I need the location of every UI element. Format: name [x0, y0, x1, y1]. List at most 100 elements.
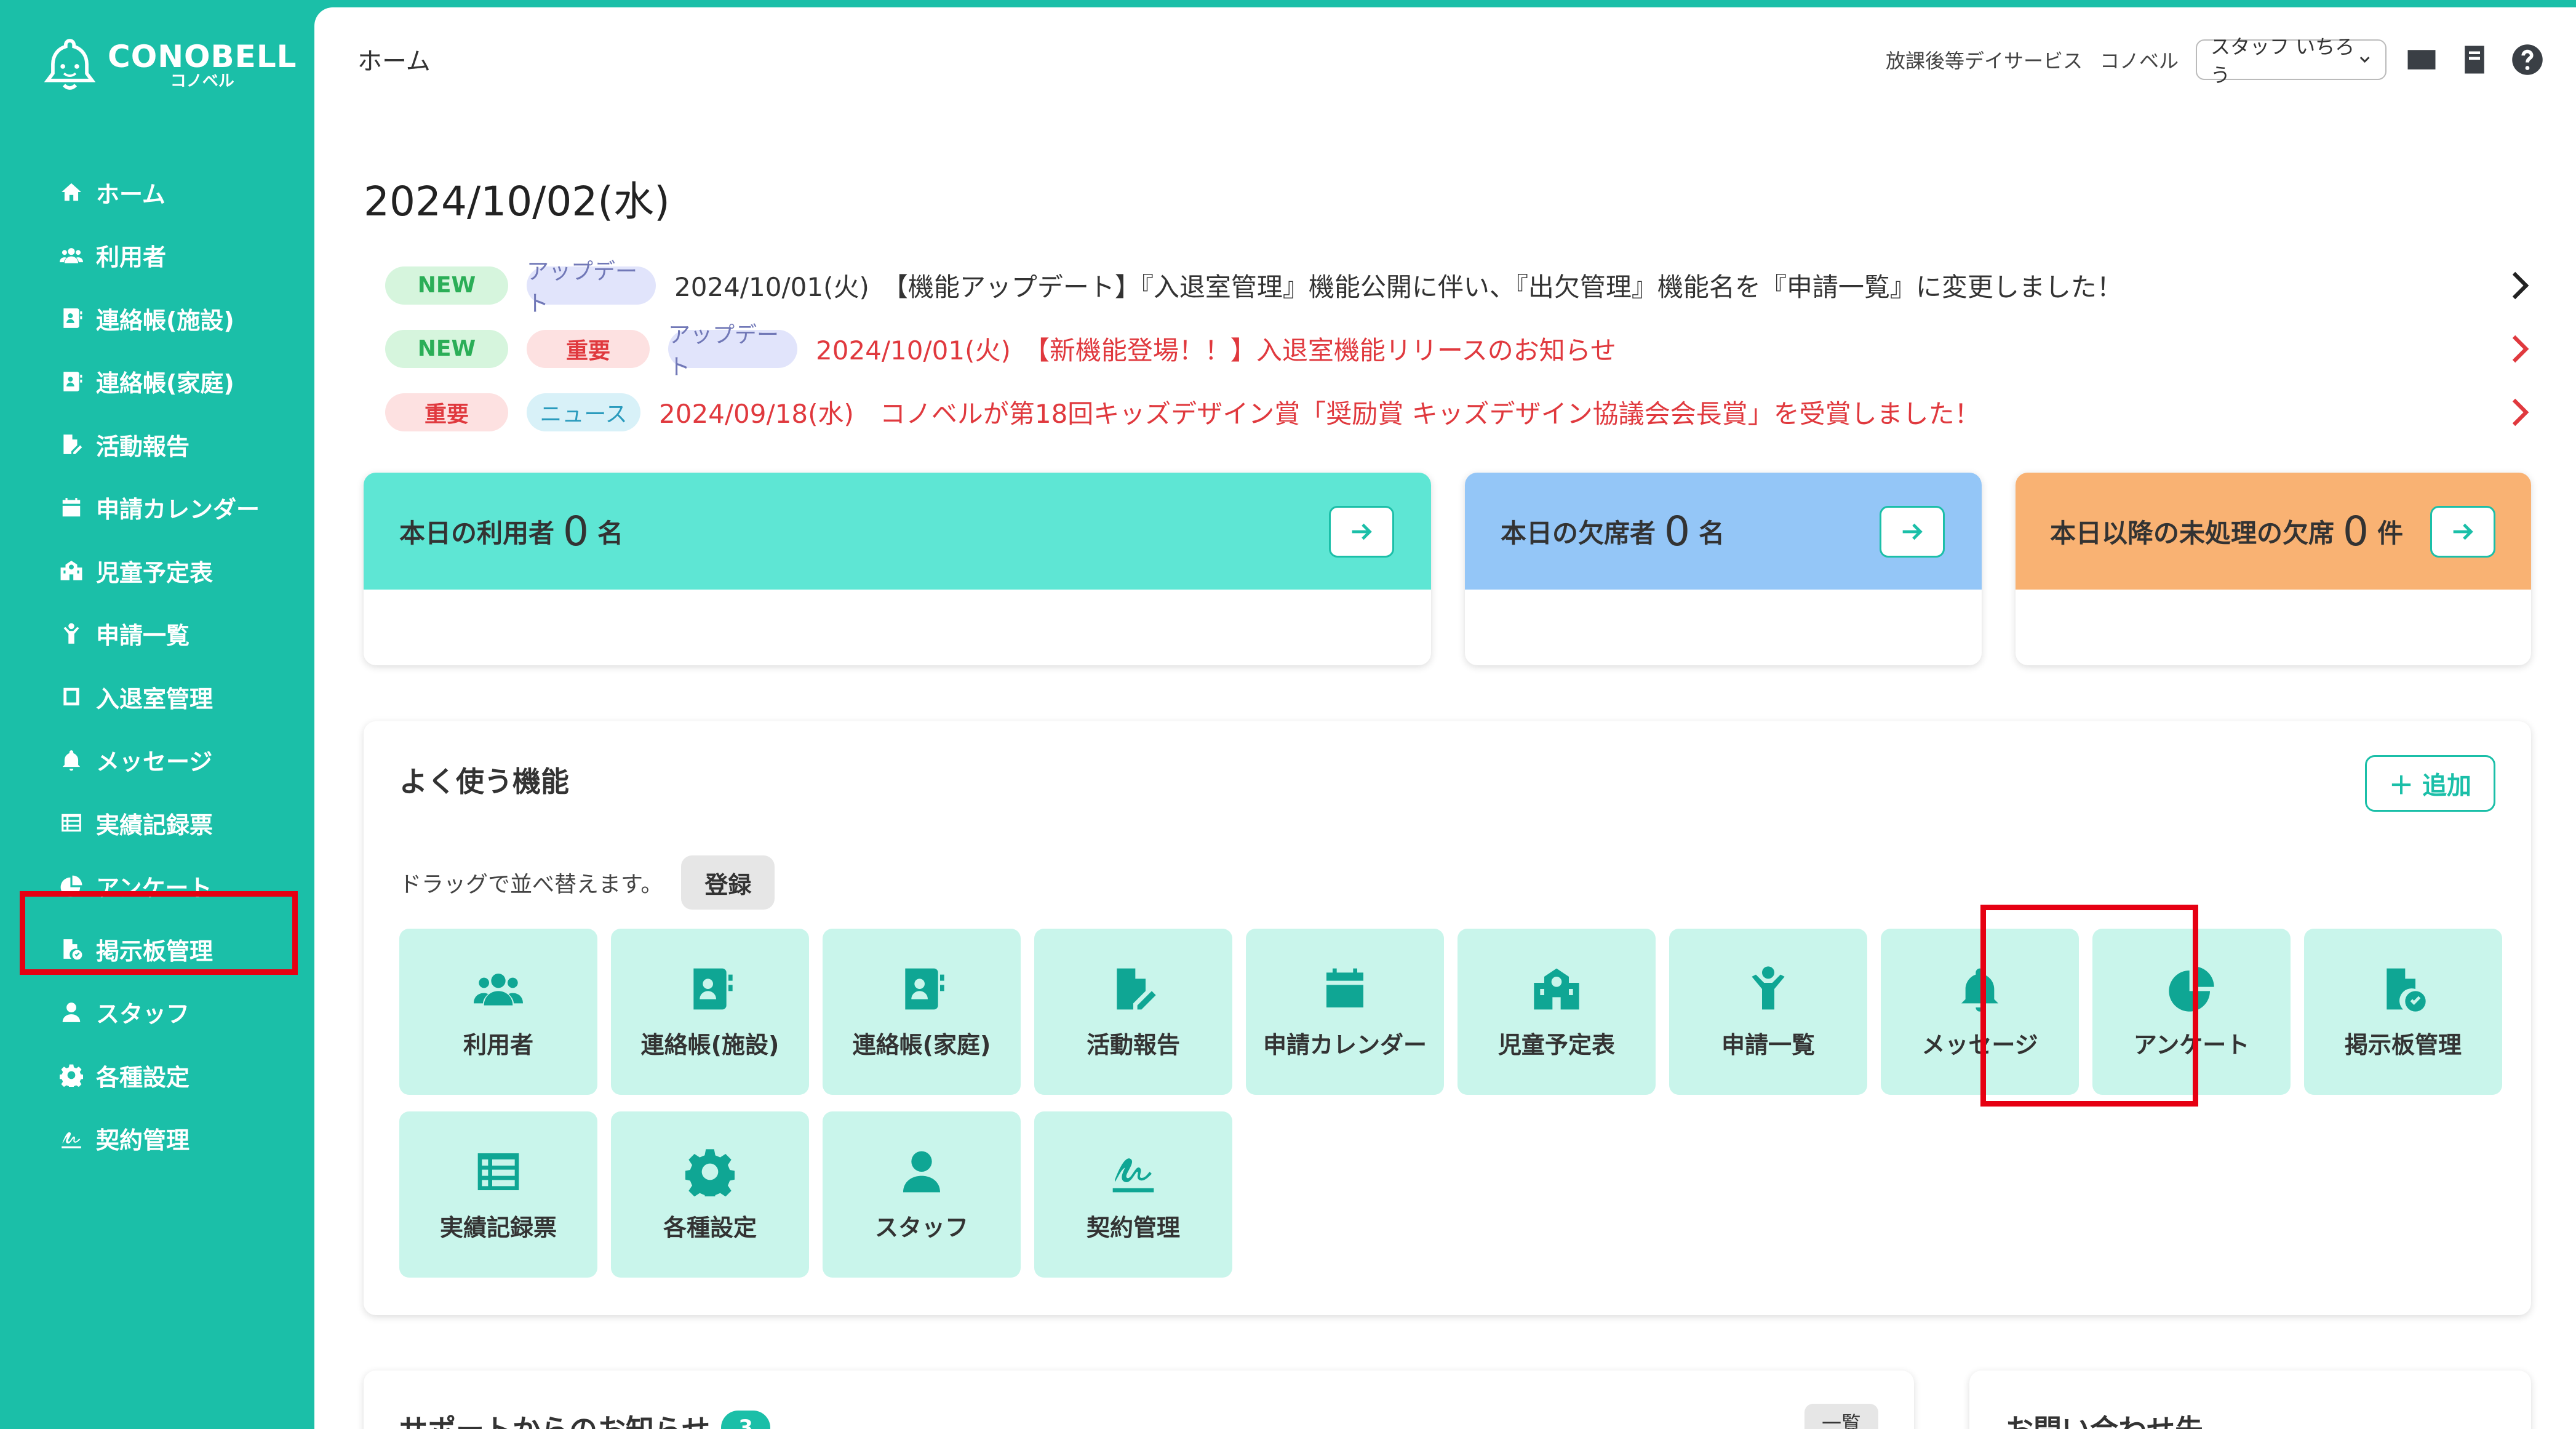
- arrow-right-button[interactable]: [1329, 506, 1394, 558]
- tile-request-list[interactable]: 申請一覧: [1669, 929, 1867, 1095]
- sidebar-item-home[interactable]: ホーム: [4, 161, 314, 224]
- sidebar-item-label: 実績記録票: [96, 811, 213, 839]
- sidebar-item-label: 連絡帳(施設): [96, 306, 234, 334]
- tile-label: 実績記録票: [439, 1214, 557, 1241]
- tile-staff[interactable]: スタッフ: [823, 1111, 1021, 1278]
- school-icon: [1534, 968, 1579, 1009]
- sidebar-item-users[interactable]: 利用者: [4, 224, 314, 287]
- users-icon: [58, 242, 85, 269]
- gear-icon: [685, 1148, 735, 1196]
- tile-contact-home[interactable]: 連絡帳(家庭): [823, 929, 1021, 1095]
- tile-label: 連絡帳(家庭): [852, 1031, 991, 1059]
- square-icon: [58, 683, 85, 710]
- page-date: 2024/10/02(水): [364, 178, 670, 225]
- file-check-icon: [2387, 968, 2426, 1012]
- tile-settings[interactable]: 各種設定: [611, 1111, 809, 1278]
- arrow-right-button[interactable]: [2430, 506, 2495, 558]
- tile-label: 利用者: [463, 1031, 533, 1059]
- tile-label: 契約管理: [1086, 1214, 1180, 1241]
- news-item[interactable]: NEW 重要 アップデート 2024/10/01(火) 【新機能登場！！】入退室…: [385, 317, 2538, 380]
- tile-label: 連絡帳(施設): [640, 1031, 780, 1059]
- arrow-right-icon: [2453, 523, 2473, 540]
- brand-sub: コノベル: [170, 72, 234, 90]
- tile-label: 掲示板管理: [2344, 1031, 2462, 1059]
- signature-icon: [58, 1125, 85, 1152]
- contact-book-icon: [905, 968, 944, 1009]
- sidebar-item-label: 連絡帳(家庭): [96, 370, 234, 398]
- stat-card-header: 本日以降の未処理の欠席 0 件: [2016, 473, 2531, 590]
- stat-card-users-today: 本日の利用者 0 名: [364, 473, 1431, 665]
- arrow-right-icon: [1352, 523, 1372, 540]
- sidebar-item-request-calendar[interactable]: 申請カレンダー: [4, 476, 314, 540]
- add-button[interactable]: ＋ 追加: [2365, 755, 2495, 812]
- sidebar-item-staff[interactable]: スタッフ: [4, 981, 314, 1044]
- sidebar-item-contact-home[interactable]: 連絡帳(家庭): [4, 350, 314, 414]
- list-icon: [58, 809, 85, 836]
- stat-card-header: 本日の利用者 0 名: [364, 473, 1431, 590]
- tile-contact-facility[interactable]: 連絡帳(施設): [611, 929, 809, 1095]
- sidebar-item-label: 利用者: [96, 244, 167, 271]
- sidebar-item-message[interactable]: メッセージ: [4, 729, 314, 792]
- sidebar-item-entry-exit[interactable]: 入退室管理: [4, 665, 314, 729]
- tile-record-sheet[interactable]: 実績記録票: [399, 1111, 597, 1278]
- contact-book-icon: [58, 305, 85, 332]
- news-text: 2024/10/01(火) 【機能アップデート】『入退室管理』機能公開に伴い、『…: [674, 272, 2123, 302]
- tile-request-calendar[interactable]: 申請カレンダー: [1246, 929, 1444, 1095]
- sidebar-item-label: 契約管理: [96, 1127, 190, 1155]
- breadcrumb: ホーム: [357, 47, 431, 76]
- arrow-right-button[interactable]: [1880, 506, 1945, 558]
- news-list: NEW アップデート 2024/10/01(火) 【機能アップデート】『入退室管…: [385, 254, 2538, 444]
- news-item[interactable]: 重要 ニュース 2024/09/18(水) コノベルが第18回キッズデザイン賞「…: [385, 380, 2538, 444]
- sidebar-item-contact-facility[interactable]: 連絡帳(施設): [4, 287, 314, 350]
- sidebar-item-settings[interactable]: 各種設定: [4, 1044, 314, 1107]
- home-icon: [58, 178, 85, 206]
- highlight-box-sidebar: [20, 891, 298, 975]
- chevron-right-icon[interactable]: [2502, 330, 2538, 367]
- help-icon[interactable]: [2510, 42, 2545, 78]
- list-button[interactable]: 一覧: [1804, 1404, 1878, 1429]
- bell-icon: [58, 747, 85, 774]
- top-bar: ホーム 放課後等デイサービス コノベル スタッフ いちろう: [314, 7, 2576, 112]
- file-edit-icon: [58, 431, 85, 458]
- stat-unit: 名: [597, 518, 624, 548]
- sidebar-item-contract[interactable]: 契約管理: [4, 1107, 314, 1171]
- chevron-right-icon[interactable]: [2502, 394, 2538, 431]
- register-button[interactable]: 登録: [681, 855, 775, 910]
- chevron-right-icon[interactable]: [2502, 267, 2538, 304]
- highlight-box-tile: [1980, 905, 2198, 1107]
- badge-new: NEW: [385, 329, 508, 368]
- sidebar-item-label: 各種設定: [96, 1063, 190, 1091]
- section-title: お問い合わせ先: [2005, 1407, 2203, 1429]
- sidebar-item-child-schedule[interactable]: 児童予定表: [4, 539, 314, 602]
- tile-label: 児童予定表: [1497, 1031, 1615, 1059]
- signature-icon: [1112, 1158, 1154, 1192]
- sidebar-item-request-list[interactable]: 申請一覧: [4, 602, 314, 666]
- tile-activity-report[interactable]: 活動報告: [1034, 929, 1232, 1095]
- main-content: ホーム 放課後等デイサービス コノベル スタッフ いちろう 2024/10/02…: [314, 7, 2576, 1429]
- favorite-functions-card: よく使う機能 ＋ 追加 ドラッグで並べ替えます。 登録 利用者 連絡帳(施設) …: [364, 721, 2531, 1315]
- staff-select[interactable]: スタッフ いちろう: [2196, 35, 2387, 87]
- news-item[interactable]: NEW アップデート 2024/10/01(火) 【機能アップデート】『入退室管…: [385, 254, 2538, 317]
- sidebar-item-label: スタッフ: [96, 1001, 190, 1028]
- manual-book-icon[interactable]: [2457, 42, 2492, 78]
- badge-update: アップデート: [668, 322, 797, 380]
- list-icon: [477, 1153, 519, 1190]
- staff-icon: [903, 1151, 940, 1192]
- stat-value: 0: [563, 507, 589, 555]
- brand-name: CONOBELL: [108, 39, 297, 74]
- tile-label: 申請カレンダー: [1262, 1031, 1427, 1059]
- tile-child-schedule[interactable]: 児童予定表: [1457, 929, 1656, 1095]
- mail-icon[interactable]: [2404, 42, 2439, 78]
- calendar-icon: [1326, 968, 1363, 1007]
- sidebar-item-label: 活動報告: [96, 433, 190, 460]
- tile-bulletin-board[interactable]: 掲示板管理: [2304, 929, 2502, 1095]
- sidebar-item-record-sheet[interactable]: 実績記録票: [4, 791, 314, 855]
- contact-book-icon: [58, 368, 85, 395]
- logo[interactable]: CONOBELL コノベル: [41, 34, 297, 96]
- sidebar-item-label: 申請一覧: [96, 622, 190, 650]
- stat-card-unprocessed-absence: 本日以降の未処理の欠席 0 件: [2016, 473, 2531, 665]
- tile-contract[interactable]: 契約管理: [1034, 1111, 1232, 1278]
- bell-logo-icon: [44, 39, 96, 90]
- tile-users[interactable]: 利用者: [399, 929, 597, 1095]
- sidebar-item-activity-report[interactable]: 活動報告: [4, 413, 314, 476]
